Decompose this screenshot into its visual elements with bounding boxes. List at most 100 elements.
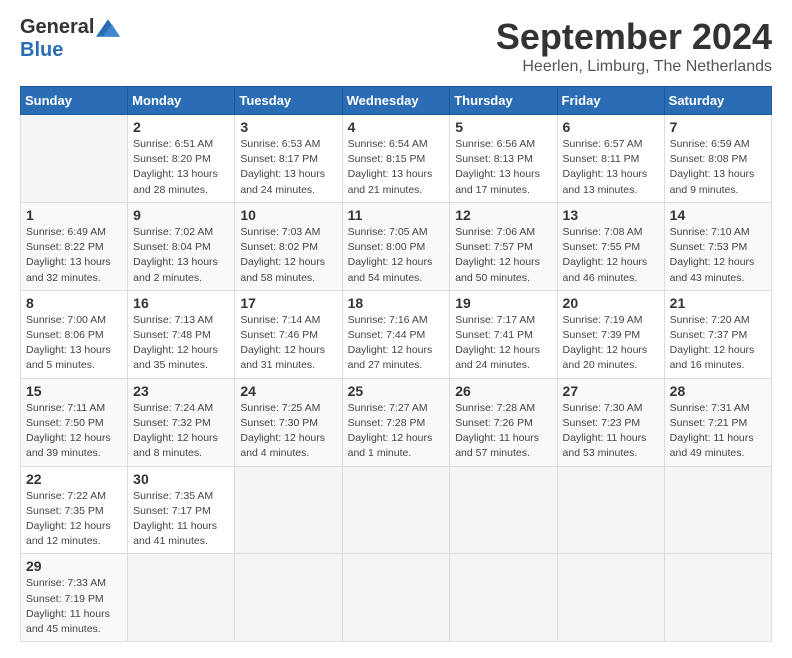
table-row: 5 Sunrise: 6:56 AMSunset: 8:13 PMDayligh… <box>450 115 557 203</box>
day-number: 16 <box>133 295 229 311</box>
day-number: 23 <box>133 383 229 399</box>
day-info: Sunrise: 7:22 AMSunset: 7:35 PMDaylight:… <box>26 490 111 548</box>
day-number: 4 <box>348 119 445 135</box>
table-row <box>450 554 557 642</box>
day-number: 20 <box>563 295 659 311</box>
day-number: 11 <box>348 207 445 223</box>
day-info: Sunrise: 7:11 AMSunset: 7:50 PMDaylight:… <box>26 402 111 460</box>
day-info: Sunrise: 7:02 AMSunset: 8:04 PMDaylight:… <box>133 226 218 284</box>
day-info: Sunrise: 7:05 AMSunset: 8:00 PMDaylight:… <box>348 226 433 284</box>
day-info: Sunrise: 6:51 AMSunset: 8:20 PMDaylight:… <box>133 138 218 196</box>
table-row: 24 Sunrise: 7:25 AMSunset: 7:30 PMDaylig… <box>235 378 342 466</box>
day-info: Sunrise: 6:49 AMSunset: 8:22 PMDaylight:… <box>26 226 111 284</box>
logo-icon <box>96 19 120 37</box>
day-number: 24 <box>240 383 336 399</box>
month-title: September 2024 <box>496 16 772 58</box>
day-number: 19 <box>455 295 551 311</box>
table-row: 1 Sunrise: 6:49 AMSunset: 8:22 PMDayligh… <box>21 202 128 290</box>
day-info: Sunrise: 7:17 AMSunset: 7:41 PMDaylight:… <box>455 314 540 372</box>
table-row: 20 Sunrise: 7:19 AMSunset: 7:39 PMDaylig… <box>557 290 664 378</box>
calendar-row: 29 Sunrise: 7:33 AMSunset: 7:19 PMDaylig… <box>21 554 772 642</box>
day-number: 28 <box>670 383 766 399</box>
day-number: 22 <box>26 471 122 487</box>
day-number: 9 <box>133 207 229 223</box>
day-info: Sunrise: 7:06 AMSunset: 7:57 PMDaylight:… <box>455 226 540 284</box>
table-row <box>21 115 128 203</box>
day-info: Sunrise: 7:31 AMSunset: 7:21 PMDaylight:… <box>670 402 754 460</box>
table-row <box>557 466 664 554</box>
day-info: Sunrise: 7:03 AMSunset: 8:02 PMDaylight:… <box>240 226 325 284</box>
col-sunday: Sunday <box>21 87 128 115</box>
day-info: Sunrise: 7:33 AMSunset: 7:19 PMDaylight:… <box>26 577 110 635</box>
table-row: 29 Sunrise: 7:33 AMSunset: 7:19 PMDaylig… <box>21 554 128 642</box>
day-info: Sunrise: 6:53 AMSunset: 8:17 PMDaylight:… <box>240 138 325 196</box>
day-info: Sunrise: 7:16 AMSunset: 7:44 PMDaylight:… <box>348 314 433 372</box>
table-row <box>342 554 450 642</box>
calendar-table: Sunday Monday Tuesday Wednesday Thursday… <box>20 86 772 642</box>
day-info: Sunrise: 7:24 AMSunset: 7:32 PMDaylight:… <box>133 402 218 460</box>
day-info: Sunrise: 7:00 AMSunset: 8:06 PMDaylight:… <box>26 314 111 372</box>
calendar-row: 15 Sunrise: 7:11 AMSunset: 7:50 PMDaylig… <box>21 378 772 466</box>
title-area: September 2024 Heerlen, Limburg, The Net… <box>496 16 772 76</box>
table-row: 6 Sunrise: 6:57 AMSunset: 8:11 PMDayligh… <box>557 115 664 203</box>
table-row: 22 Sunrise: 7:22 AMSunset: 7:35 PMDaylig… <box>21 466 128 554</box>
day-info: Sunrise: 6:59 AMSunset: 8:08 PMDaylight:… <box>670 138 755 196</box>
table-row: 14 Sunrise: 7:10 AMSunset: 7:53 PMDaylig… <box>664 202 771 290</box>
location-title: Heerlen, Limburg, The Netherlands <box>496 58 772 76</box>
table-row: 25 Sunrise: 7:27 AMSunset: 7:28 PMDaylig… <box>342 378 450 466</box>
day-number: 21 <box>670 295 766 311</box>
day-info: Sunrise: 7:30 AMSunset: 7:23 PMDaylight:… <box>563 402 647 460</box>
calendar-row: 1 Sunrise: 6:49 AMSunset: 8:22 PMDayligh… <box>21 202 772 290</box>
day-info: Sunrise: 7:27 AMSunset: 7:28 PMDaylight:… <box>348 402 433 460</box>
col-tuesday: Tuesday <box>235 87 342 115</box>
day-number: 17 <box>240 295 336 311</box>
table-row: 12 Sunrise: 7:06 AMSunset: 7:57 PMDaylig… <box>450 202 557 290</box>
table-row: 26 Sunrise: 7:28 AMSunset: 7:26 PMDaylig… <box>450 378 557 466</box>
logo: General Blue <box>20 16 120 62</box>
day-number: 3 <box>240 119 336 135</box>
day-number: 5 <box>455 119 551 135</box>
table-row: 4 Sunrise: 6:54 AMSunset: 8:15 PMDayligh… <box>342 115 450 203</box>
table-row: 9 Sunrise: 7:02 AMSunset: 8:04 PMDayligh… <box>128 202 235 290</box>
table-row: 3 Sunrise: 6:53 AMSunset: 8:17 PMDayligh… <box>235 115 342 203</box>
day-number: 6 <box>563 119 659 135</box>
col-wednesday: Wednesday <box>342 87 450 115</box>
day-number: 25 <box>348 383 445 399</box>
day-number: 1 <box>26 207 122 223</box>
day-info: Sunrise: 7:13 AMSunset: 7:48 PMDaylight:… <box>133 314 218 372</box>
table-row: 21 Sunrise: 7:20 AMSunset: 7:37 PMDaylig… <box>664 290 771 378</box>
table-row: 23 Sunrise: 7:24 AMSunset: 7:32 PMDaylig… <box>128 378 235 466</box>
table-row: 19 Sunrise: 7:17 AMSunset: 7:41 PMDaylig… <box>450 290 557 378</box>
col-friday: Friday <box>557 87 664 115</box>
day-number: 30 <box>133 471 229 487</box>
table-row: 10 Sunrise: 7:03 AMSunset: 8:02 PMDaylig… <box>235 202 342 290</box>
table-row <box>664 554 771 642</box>
table-row: 11 Sunrise: 7:05 AMSunset: 8:00 PMDaylig… <box>342 202 450 290</box>
calendar-row: 8 Sunrise: 7:00 AMSunset: 8:06 PMDayligh… <box>21 290 772 378</box>
page-header: General Blue September 2024 Heerlen, Lim… <box>20 16 772 76</box>
day-info: Sunrise: 7:08 AMSunset: 7:55 PMDaylight:… <box>563 226 648 284</box>
day-number: 29 <box>26 558 122 574</box>
table-row: 7 Sunrise: 6:59 AMSunset: 8:08 PMDayligh… <box>664 115 771 203</box>
header-row: Sunday Monday Tuesday Wednesday Thursday… <box>21 87 772 115</box>
day-info: Sunrise: 6:54 AMSunset: 8:15 PMDaylight:… <box>348 138 433 196</box>
day-number: 8 <box>26 295 122 311</box>
day-number: 27 <box>563 383 659 399</box>
table-row <box>235 466 342 554</box>
table-row: 17 Sunrise: 7:14 AMSunset: 7:46 PMDaylig… <box>235 290 342 378</box>
day-info: Sunrise: 7:19 AMSunset: 7:39 PMDaylight:… <box>563 314 648 372</box>
day-info: Sunrise: 6:57 AMSunset: 8:11 PMDaylight:… <box>563 138 648 196</box>
day-number: 12 <box>455 207 551 223</box>
table-row: 15 Sunrise: 7:11 AMSunset: 7:50 PMDaylig… <box>21 378 128 466</box>
col-saturday: Saturday <box>664 87 771 115</box>
day-number: 14 <box>670 207 766 223</box>
day-number: 7 <box>670 119 766 135</box>
table-row <box>557 554 664 642</box>
day-info: Sunrise: 7:20 AMSunset: 7:37 PMDaylight:… <box>670 314 755 372</box>
col-monday: Monday <box>128 87 235 115</box>
calendar-row: 22 Sunrise: 7:22 AMSunset: 7:35 PMDaylig… <box>21 466 772 554</box>
table-row <box>342 466 450 554</box>
table-row: 28 Sunrise: 7:31 AMSunset: 7:21 PMDaylig… <box>664 378 771 466</box>
table-row: 18 Sunrise: 7:16 AMSunset: 7:44 PMDaylig… <box>342 290 450 378</box>
logo-blue: Blue <box>20 39 63 62</box>
